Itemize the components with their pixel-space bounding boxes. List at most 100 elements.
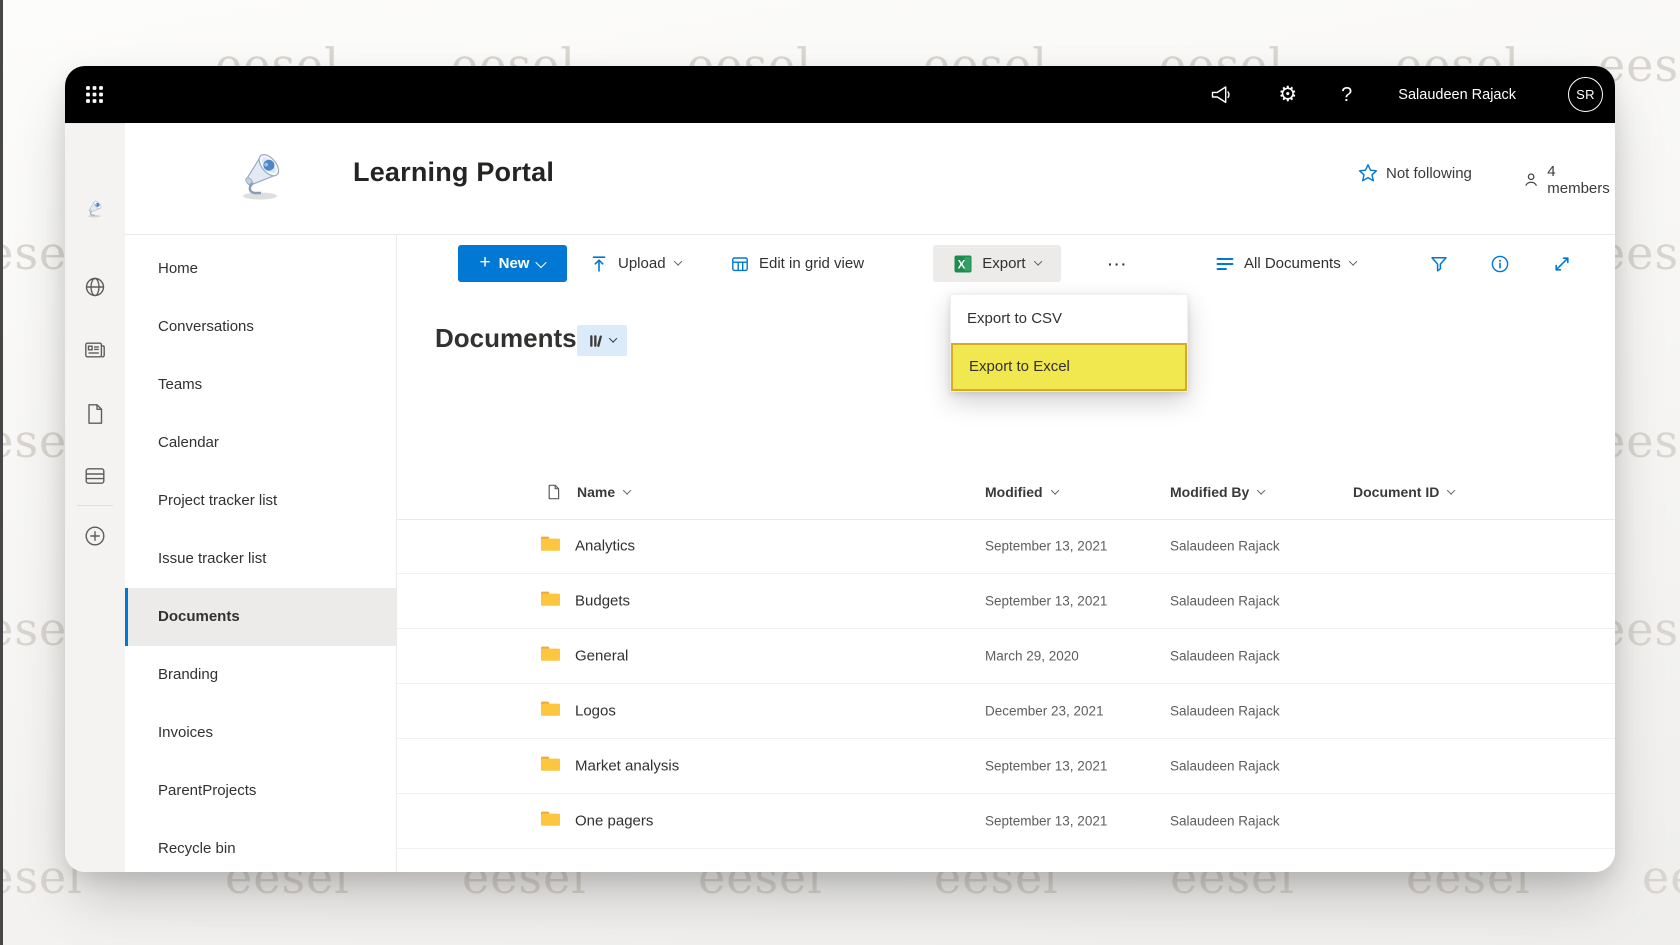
- export-to-excel-item[interactable]: Export to Excel: [951, 343, 1187, 391]
- expand-button[interactable]: [1545, 245, 1579, 282]
- watermark-text: eesel: [1642, 850, 1680, 904]
- nav-item-issue-tracker[interactable]: Issue tracker list: [125, 530, 397, 588]
- rail-lists-button[interactable]: [65, 464, 125, 488]
- document-icon: [83, 402, 107, 426]
- chevron-down-icon: [609, 335, 618, 344]
- settings-button[interactable]: ⚙: [1278, 84, 1297, 105]
- app-rail: [65, 123, 125, 872]
- modified-by[interactable]: Salaudeen Rajack: [1170, 704, 1280, 719]
- star-icon: [1358, 163, 1378, 183]
- announcements-button[interactable]: [1209, 84, 1234, 106]
- table-row[interactable]: General March 29, 2020 Salaudeen Rajack: [397, 629, 1615, 684]
- column-label: Modified By: [1170, 484, 1249, 500]
- upload-icon: [589, 254, 609, 274]
- nav-item-invoices[interactable]: Invoices: [125, 704, 397, 762]
- modified-date: December 23, 2021: [985, 704, 1104, 719]
- grid-view-icon: [730, 254, 750, 274]
- table-row[interactable]: Logos December 23, 2021 Salaudeen Rajack: [397, 684, 1615, 739]
- members-label: 4 members: [1547, 163, 1615, 197]
- library-icon: [588, 333, 605, 349]
- site-header: Learning Portal Not following 4 members: [125, 123, 1615, 235]
- document-name[interactable]: Analytics: [575, 538, 635, 555]
- app-launcher-icon: [84, 84, 105, 105]
- view-selector-label: All Documents: [1244, 255, 1341, 272]
- rail-pages-button[interactable]: [65, 402, 125, 426]
- view-selector-button[interactable]: All Documents: [1209, 245, 1362, 282]
- table-row[interactable]: Market analysis September 13, 2021 Salau…: [397, 739, 1615, 794]
- modified-by[interactable]: Salaudeen Rajack: [1170, 594, 1280, 609]
- column-label: Document ID: [1353, 484, 1439, 500]
- folder-icon: [540, 700, 561, 722]
- table-row[interactable]: One pagers September 13, 2021 Salaudeen …: [397, 794, 1615, 849]
- modified-by[interactable]: Salaudeen Rajack: [1170, 649, 1280, 664]
- table-row[interactable]: Budgets September 13, 2021 Salaudeen Raj…: [397, 574, 1615, 629]
- nav-item-recycle-bin[interactable]: Recycle bin: [125, 820, 397, 872]
- plus-icon: +: [480, 253, 491, 272]
- edit-grid-view-button[interactable]: Edit in grid view: [724, 245, 870, 282]
- site-nav: Home Conversations Teams Calendar Projec…: [125, 235, 397, 872]
- modified-date: March 29, 2020: [985, 649, 1079, 664]
- document-name[interactable]: General: [575, 648, 628, 665]
- nav-item-project-tracker[interactable]: Project tracker list: [125, 472, 397, 530]
- nav-item-home[interactable]: Home: [125, 240, 397, 298]
- new-button[interactable]: + New: [458, 245, 567, 282]
- document-name[interactable]: Logos: [575, 703, 616, 720]
- folder-icon: [540, 590, 561, 612]
- rail-divider: [77, 505, 113, 506]
- chevron-down-icon: [536, 256, 547, 267]
- export-button[interactable]: X Export: [933, 245, 1061, 282]
- modified-by[interactable]: Salaudeen Rajack: [1170, 759, 1280, 774]
- column-header-document-id[interactable]: Document ID: [1353, 484, 1455, 500]
- document-name[interactable]: One pagers: [575, 813, 653, 830]
- table-row[interactable]: Analytics September 13, 2021 Salaudeen R…: [397, 519, 1615, 574]
- export-to-csv-item[interactable]: Export to CSV: [951, 295, 1187, 343]
- nav-item-branding[interactable]: Branding: [125, 646, 397, 704]
- account-avatar[interactable]: SR: [1568, 77, 1603, 112]
- info-button[interactable]: [1483, 245, 1517, 282]
- rail-news-button[interactable]: [65, 338, 125, 362]
- export-menu: Export to CSV Export to Excel: [950, 294, 1188, 392]
- follow-button[interactable]: Not following: [1358, 163, 1472, 183]
- help-button[interactable]: ?: [1341, 85, 1352, 105]
- modified-by[interactable]: Salaudeen Rajack: [1170, 539, 1280, 554]
- modified-date: September 13, 2021: [985, 594, 1107, 609]
- nav-item-parentprojects[interactable]: ParentProjects: [125, 762, 397, 820]
- expand-icon: [1552, 254, 1572, 274]
- list-icon: [83, 464, 107, 488]
- file-type-column-icon[interactable]: [545, 484, 562, 501]
- user-name[interactable]: Salaudeen Rajack: [1398, 87, 1516, 103]
- library-view-toggle[interactable]: [577, 325, 627, 356]
- add-icon: [83, 524, 107, 548]
- suite-top-bar: ⚙ ? Salaudeen Rajack SR: [65, 66, 1615, 123]
- column-header-name[interactable]: Name: [577, 484, 630, 500]
- new-label: New: [499, 255, 530, 272]
- filter-button[interactable]: [1422, 245, 1456, 282]
- rail-site-logo-button[interactable]: [65, 196, 125, 218]
- export-label: Export: [982, 255, 1025, 272]
- table-header: Name Modified Modified By Document ID: [397, 465, 1615, 520]
- rail-create-button[interactable]: [65, 524, 125, 548]
- document-name[interactable]: Budgets: [575, 593, 630, 610]
- more-icon: ···: [1108, 256, 1128, 272]
- more-commands-button[interactable]: ···: [1097, 245, 1139, 282]
- site-logo[interactable]: [230, 141, 294, 201]
- column-label: Modified: [985, 484, 1043, 500]
- column-header-modified[interactable]: Modified: [985, 484, 1058, 500]
- nav-item-teams[interactable]: Teams: [125, 356, 397, 414]
- app-launcher-button[interactable]: [65, 66, 123, 123]
- document-name[interactable]: Market analysis: [575, 758, 679, 775]
- nav-item-conversations[interactable]: Conversations: [125, 298, 397, 356]
- folder-icon: [540, 535, 561, 557]
- nav-item-documents[interactable]: Documents: [125, 588, 397, 646]
- modified-date: September 13, 2021: [985, 759, 1107, 774]
- rail-sites-button[interactable]: [65, 275, 125, 299]
- nav-item-calendar[interactable]: Calendar: [125, 414, 397, 472]
- page-title: Documents: [435, 323, 577, 354]
- chevron-down-icon: [673, 258, 682, 267]
- upload-button[interactable]: Upload: [583, 245, 687, 282]
- column-header-modified-by[interactable]: Modified By: [1170, 484, 1265, 500]
- document-list: Analytics September 13, 2021 Salaudeen R…: [397, 519, 1615, 849]
- members-button[interactable]: 4 members: [1523, 163, 1615, 197]
- folder-icon: [540, 810, 561, 832]
- modified-by[interactable]: Salaudeen Rajack: [1170, 814, 1280, 829]
